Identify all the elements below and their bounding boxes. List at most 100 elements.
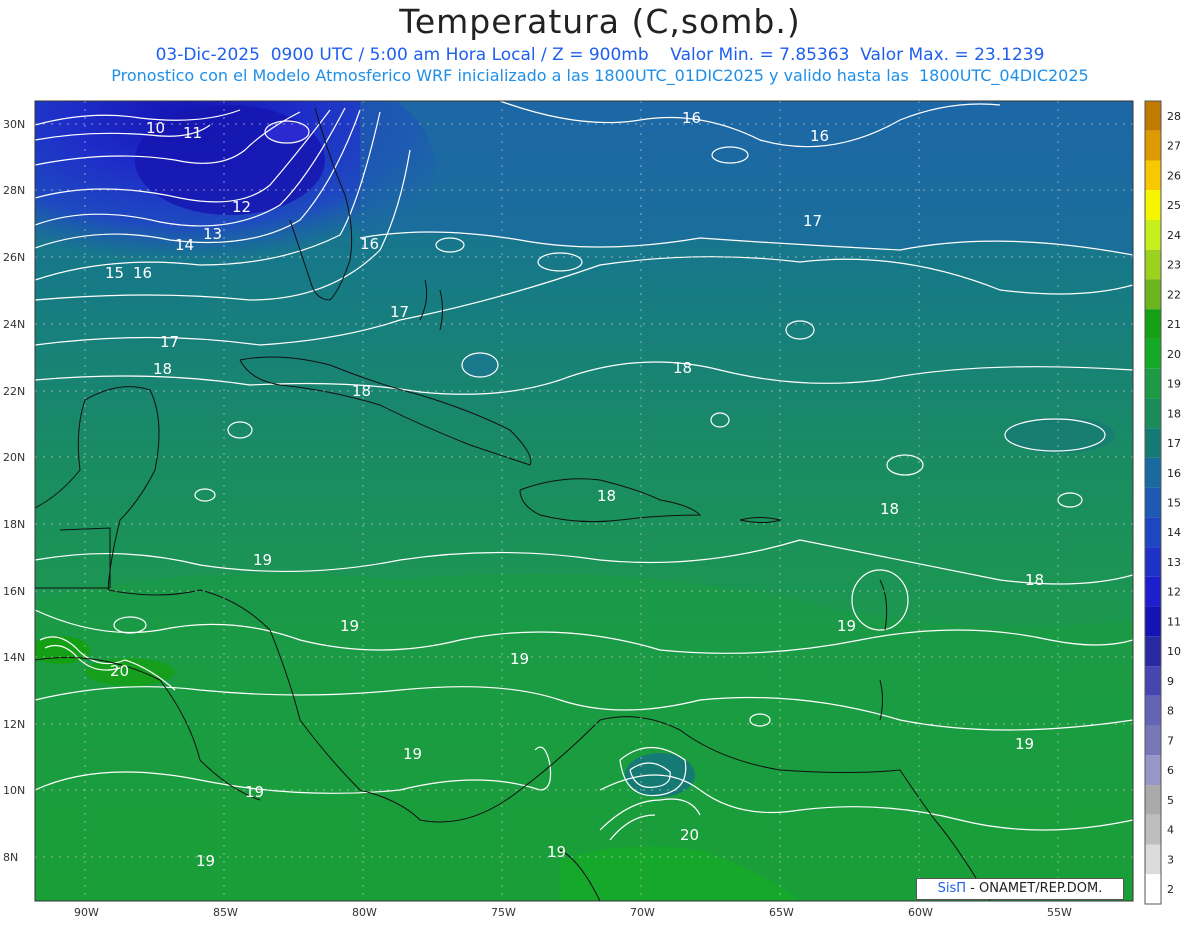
colorbar-label: 11 — [1167, 615, 1181, 628]
contour-label: 14 — [175, 236, 194, 254]
colorbar-swatch — [1145, 130, 1161, 161]
colorbar-label: 19 — [1167, 378, 1181, 391]
contour-label: 11 — [183, 124, 202, 142]
colorbar-swatch — [1145, 190, 1161, 220]
colorbar-swatch — [1145, 428, 1161, 458]
latitude-axis: 30N 28N 26N 24N 22N 20N 18N 16N 14N 12N … — [3, 118, 25, 864]
colorbar-swatch — [1145, 487, 1161, 518]
contour-label: 18 — [1025, 571, 1044, 589]
lat-tick-label: 20N — [3, 451, 25, 464]
lon-tick-label: 75W — [491, 906, 516, 919]
contour-label: 19 — [510, 650, 529, 668]
temperature-map: 10 11 12 13 14 15 16 16 16 16 17 17 17 1… — [3, 100, 1181, 919]
contour-label: 16 — [682, 109, 701, 127]
colorbar-swatch — [1145, 606, 1161, 637]
contour-label: 18 — [880, 500, 899, 518]
colorbar-label: 13 — [1167, 556, 1181, 569]
colorbar-label: 27 — [1167, 140, 1181, 153]
contour-label: 10 — [146, 119, 165, 137]
lon-tick-label: 55W — [1047, 906, 1072, 919]
colorbar-label: 25 — [1167, 199, 1181, 212]
contour-label: 15 — [105, 264, 124, 282]
lat-tick-label: 22N — [3, 385, 25, 398]
contour-label: 18 — [352, 382, 371, 400]
colorbar-swatch — [1145, 636, 1161, 667]
colorbar-swatch — [1145, 874, 1161, 904]
colorbar-swatch — [1145, 101, 1161, 131]
contour-label: 13 — [203, 225, 222, 243]
colorbar-swatch — [1145, 368, 1161, 399]
colorbar-swatch — [1145, 398, 1161, 429]
colorbar-label: 4 — [1167, 824, 1174, 837]
colorbar-swatch — [1145, 219, 1161, 250]
lon-tick-label: 80W — [352, 906, 377, 919]
colorbar-label: 24 — [1167, 229, 1181, 242]
contour-label: 18 — [153, 360, 172, 378]
colorbar-swatch — [1145, 279, 1161, 310]
lat-tick-label: 24N — [3, 318, 25, 331]
contour-label: 19 — [196, 852, 215, 870]
contour-label: 19 — [1015, 735, 1034, 753]
contour-label: 17 — [390, 303, 409, 321]
colorbar-label: 15 — [1167, 497, 1181, 510]
contour-label: 19 — [547, 843, 566, 861]
colorbar-label: 2 — [1167, 883, 1174, 896]
lat-tick-label: 14N — [3, 651, 25, 664]
colorbar-swatch — [1145, 576, 1161, 607]
longitude-axis: 90W 85W 80W 75W 70W 65W 60W 55W — [74, 906, 1072, 919]
contour-label: 18 — [597, 487, 616, 505]
lat-tick-label: 10N — [3, 784, 25, 797]
contour-label: 12 — [232, 198, 251, 216]
colorbar-label: 8 — [1167, 705, 1174, 718]
contour-label: 19 — [253, 551, 272, 569]
colorbar-label: 5 — [1167, 794, 1174, 807]
temperature-field — [35, 101, 1133, 901]
contour-label: 16 — [133, 264, 152, 282]
colorbar-label: 22 — [1167, 288, 1181, 301]
contour-label: 18 — [673, 359, 692, 377]
colorbar-label: 3 — [1167, 853, 1174, 866]
colorbar-swatch — [1145, 160, 1161, 191]
colorbar-label: 23 — [1167, 259, 1181, 272]
colorbar-swatch — [1145, 844, 1161, 875]
contour-label: 17 — [160, 333, 179, 351]
colorbar-label: 12 — [1167, 586, 1181, 599]
colorbar-swatch — [1145, 725, 1161, 756]
contour-label: 19 — [837, 617, 856, 635]
colorbar-label: 7 — [1167, 734, 1174, 747]
colorbar-swatch — [1145, 338, 1161, 369]
lat-tick-label: 28N — [3, 184, 25, 197]
colorbar-swatch — [1145, 309, 1161, 339]
colorbar-label: 26 — [1167, 169, 1181, 182]
colorbar-swatch — [1145, 755, 1161, 786]
colorbar-label: 6 — [1167, 764, 1174, 777]
lat-tick-label: 16N — [3, 585, 25, 598]
colorbar-label: 9 — [1167, 675, 1174, 688]
colorbar-label: 20 — [1167, 348, 1181, 361]
colorbar-swatch — [1145, 814, 1161, 845]
lon-tick-label: 60W — [908, 906, 933, 919]
colorbar-label: 14 — [1167, 526, 1181, 539]
color-scale-legend: 2827262524232221201918171615141312111098… — [1144, 100, 1181, 905]
credit-text: - ONAMET/REP.DOM. — [970, 881, 1103, 896]
sispi-logo: SisΠ — [937, 881, 967, 896]
colorbar-swatch — [1145, 457, 1161, 488]
contour-label: 16 — [360, 235, 379, 253]
colorbar-label: 16 — [1167, 467, 1181, 480]
lon-tick-label: 65W — [769, 906, 794, 919]
contour-label: 19 — [245, 783, 264, 801]
lat-tick-label: 26N — [3, 251, 25, 264]
colorbar-swatch — [1145, 695, 1161, 726]
colorbar-swatch — [1145, 249, 1161, 280]
colorbar-swatch — [1145, 547, 1161, 577]
lat-tick-label: 18N — [3, 518, 25, 531]
contour-label: 17 — [803, 212, 822, 230]
colorbar-label: 17 — [1167, 437, 1181, 450]
lat-tick-label: 30N — [3, 118, 25, 131]
lon-tick-label: 85W — [213, 906, 238, 919]
colorbar-swatch — [1145, 785, 1161, 815]
lat-tick-label: 8N — [3, 851, 18, 864]
contour-label: 20 — [110, 662, 129, 680]
colorbar-swatch — [1145, 666, 1161, 696]
colorbar-label: 21 — [1167, 318, 1181, 331]
